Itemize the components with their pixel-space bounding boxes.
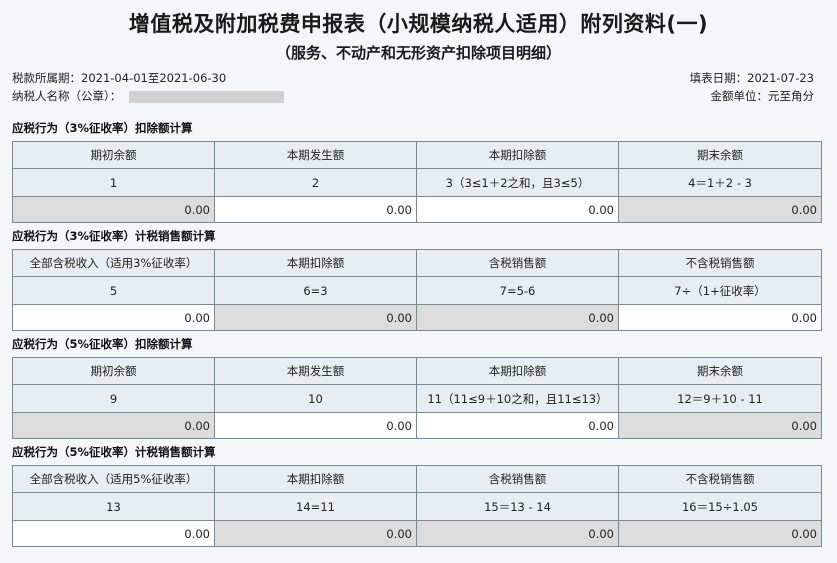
table-row: 全部含税收入（适用3%征收率） 本期扣除额 含税销售额 不含税销售额 (12, 249, 822, 277)
column-index: 16＝15÷1.05 (618, 492, 822, 521)
table-row: 9 10 11（11≤9＋10之和，且11≤13） 12＝9＋10 - 11 (12, 384, 822, 413)
column-index: 10 (214, 384, 417, 413)
fill-date-label: 填表日期： (689, 71, 748, 85)
column-header: 本期扣除额 (416, 357, 619, 385)
table-row: 全部含税收入（适用5%征收率） 本期扣除额 含税销售额 不含税销售额 (12, 465, 822, 493)
column-header: 本期发生额 (214, 357, 417, 385)
column-header: 本期发生额 (214, 141, 417, 169)
table-row: 1 2 3（3≤1＋2之和，且3≤5） 4＝1＋2 - 3 (12, 168, 822, 197)
amount-cell: 0.00 (214, 520, 417, 547)
amount-cell: 0.00 (618, 412, 822, 439)
column-header: 本期扣除额 (214, 465, 417, 493)
section-title: 应税行为（3%征收率）扣除额计算 (12, 121, 193, 135)
section-table: 全部含税收入（适用3%征收率） 本期扣除额 含税销售额 不含税销售额 5 6=3 7=5-6… (12, 249, 822, 331)
column-header: 全部含税收入（适用3%征收率） (12, 249, 215, 277)
tax-period-value: 2021-04-01至2021-06-30 (81, 71, 227, 85)
column-header: 含税销售额 (416, 465, 619, 493)
amount-cell[interactable]: 0.00 (12, 520, 215, 547)
column-index: 15＝13 - 14 (416, 492, 619, 521)
column-index: 14=11 (214, 492, 417, 521)
amount-cell: 0.00 (214, 304, 417, 331)
amount-cell[interactable]: 0.00 (618, 304, 822, 331)
column-index: 5 (12, 276, 215, 305)
table-row: 13 14=11 15＝13 - 14 16＝15÷1.05 (12, 492, 822, 521)
section-title: 应税行为（5%征收率）计税销售额计算 (12, 445, 216, 459)
amount-unit: 金额单位：元至角分 (710, 89, 815, 103)
table-row: 期初余额 本期发生额 本期扣除额 期末余额 (12, 141, 822, 169)
taxpayer-name-redacted (129, 90, 285, 103)
column-header: 期初余额 (12, 357, 215, 385)
column-header: 期末余额 (618, 141, 822, 169)
amount-cell[interactable]: 0.00 (214, 196, 417, 223)
column-index: 11（11≤9＋10之和，且11≤13） (416, 384, 619, 413)
table-row: 0.00 0.00 0.00 0.00 (12, 196, 822, 223)
column-header: 期末余额 (618, 357, 822, 385)
column-index: 9 (12, 384, 215, 413)
amount-cell[interactable]: 0.00 (416, 412, 619, 439)
amount-cell: 0.00 (618, 196, 822, 223)
column-index: 12＝9＋10 - 11 (618, 384, 822, 413)
taxpayer-name-label: 纳税人名称（公章）： (12, 89, 122, 103)
column-header: 全部含税收入（适用5%征收率） (12, 465, 215, 493)
column-header: 本期扣除额 (416, 141, 619, 169)
section-title: 应税行为（5%征收率）扣除额计算 (12, 337, 193, 351)
amount-cell: 0.00 (618, 520, 822, 547)
column-index: 4＝1＋2 - 3 (618, 168, 822, 197)
tax-period-label: 税款所属期： (12, 71, 81, 85)
column-header: 期初余额 (12, 141, 215, 169)
page-title: 增值税及附加税费申报表（小规模纳税人适用）附列资料(一) (128, 12, 709, 36)
section-table: 全部含税收入（适用5%征收率） 本期扣除额 含税销售额 不含税销售额 13 14=11 15… (12, 465, 822, 547)
column-index: 2 (214, 168, 417, 197)
report-page: 增值税及附加税费申报表（小规模纳税人适用）附列资料(一) （服务、不动产和无形资… (0, 0, 837, 563)
column-header: 本期扣除额 (214, 249, 417, 277)
table-row: 期初余额 本期发生额 本期扣除额 期末余额 (12, 357, 822, 385)
amount-cell[interactable]: 0.00 (214, 412, 417, 439)
column-index: 6=3 (214, 276, 417, 305)
section-table: 期初余额 本期发生额 本期扣除额 期末余额 1 2 3（3≤1＋2之和，且3≤5） 4＝1＋2… (12, 141, 822, 223)
column-index: 7=5-6 (416, 276, 619, 305)
table-row: 0.00 0.00 0.00 0.00 (12, 520, 822, 547)
section-table: 期初余额 本期发生额 本期扣除额 期末余额 9 10 11（11≤9＋10之和，且11≤13… (12, 357, 822, 439)
column-header: 不含税销售额 (618, 465, 822, 493)
column-index: 3（3≤1＋2之和，且3≤5） (416, 168, 619, 197)
section-title: 应税行为（3%征收率）计税销售额计算 (12, 229, 216, 243)
amount-cell[interactable]: 0.00 (12, 304, 215, 331)
amount-cell: 0.00 (416, 304, 619, 331)
table-row: 5 6=3 7=5-6 7÷（1+征收率） (12, 276, 822, 305)
fill-date: 填表日期：2021-07-23 (690, 70, 814, 86)
column-index: 1 (12, 168, 215, 197)
table-row: 0.00 0.00 0.00 0.00 (12, 304, 822, 331)
fill-date-value: 2021-07-23 (747, 71, 814, 85)
amount-cell[interactable]: 0.00 (416, 196, 619, 223)
column-header: 含税销售额 (416, 249, 619, 277)
taxpayer-name: 纳税人名称（公章）： (12, 88, 285, 104)
amount-cell: 0.00 (416, 520, 619, 547)
column-header: 不含税销售额 (618, 249, 822, 277)
amount-cell: 0.00 (12, 412, 215, 439)
table-row: 0.00 0.00 0.00 0.00 (12, 412, 822, 439)
page-subtitle: （服务、不动产和无形资产扣除项目明细） (275, 44, 561, 62)
column-index: 7÷（1+征收率） (618, 276, 822, 305)
amount-cell: 0.00 (12, 196, 215, 223)
tax-period: 税款所属期：2021-04-01至2021-06-30 (12, 70, 226, 86)
column-index: 13 (12, 492, 215, 521)
